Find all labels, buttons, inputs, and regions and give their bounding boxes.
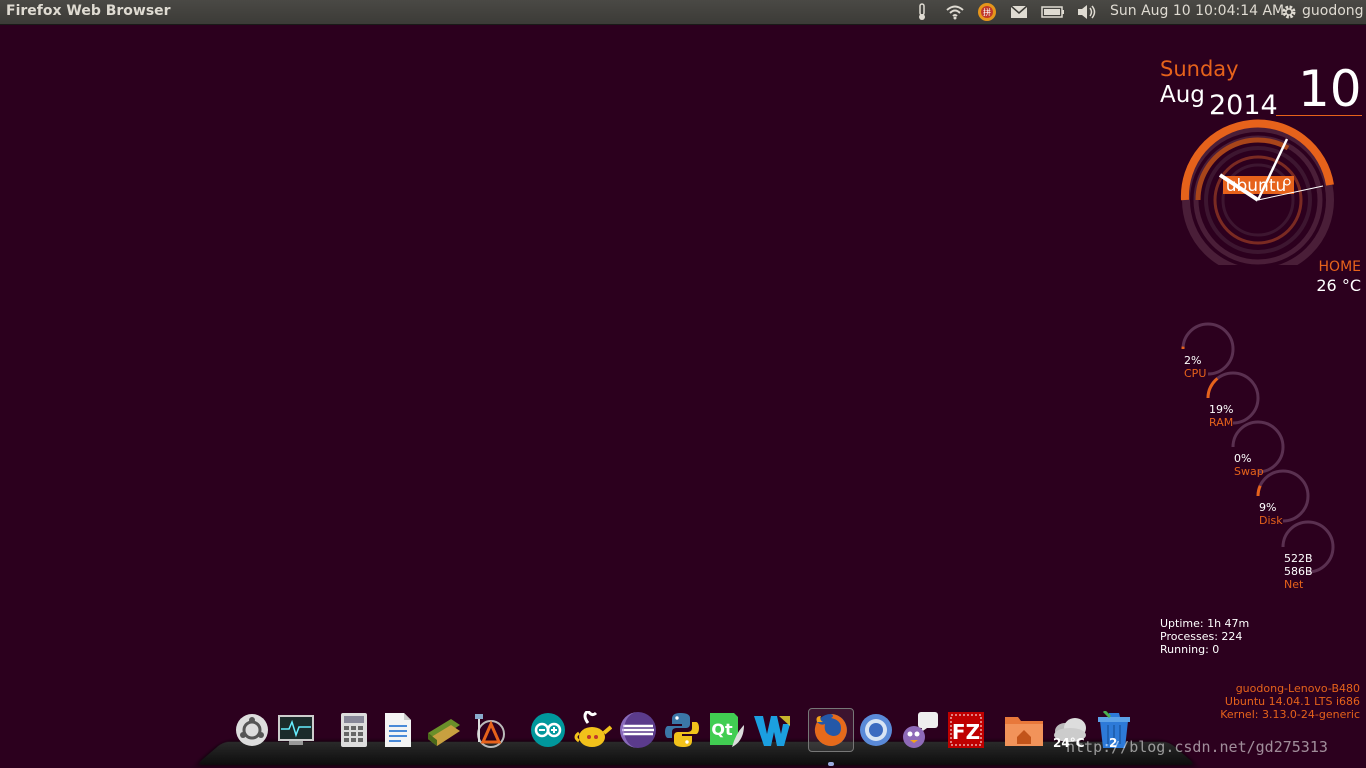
battery-icon[interactable] bbox=[1040, 2, 1066, 22]
weather-location: HOME bbox=[1318, 259, 1361, 275]
disk-ring-fill bbox=[1256, 485, 1262, 497]
day-number: 10 bbox=[1298, 60, 1362, 118]
qt-creator-icon[interactable]: Qt bbox=[706, 710, 746, 750]
firefox-icon[interactable] bbox=[808, 708, 854, 752]
home-folder-icon[interactable] bbox=[1004, 710, 1044, 750]
disk-value: 9% bbox=[1259, 501, 1277, 514]
session-user[interactable]: guodong bbox=[1302, 3, 1364, 19]
eclipse-icon[interactable] bbox=[618, 710, 658, 750]
kernel-text: Kernel: 3.13.0-24-generic bbox=[1220, 708, 1360, 721]
net-label: Net bbox=[1284, 578, 1304, 591]
mail-icon[interactable] bbox=[1008, 2, 1030, 22]
analog-clock: ubuntu bbox=[1180, 119, 1334, 265]
weather-temperature: 26 °C bbox=[1316, 276, 1361, 295]
cpu-value: 2% bbox=[1184, 354, 1202, 367]
webstorm-icon[interactable] bbox=[752, 710, 792, 750]
pidgin-icon[interactable] bbox=[900, 710, 940, 750]
ram-value: 19% bbox=[1209, 403, 1234, 416]
running-indicator bbox=[828, 762, 834, 766]
uptime-text: Uptime: 1h 47m bbox=[1160, 617, 1250, 630]
svg-text:Qt: Qt bbox=[711, 720, 733, 739]
genie-teapot-icon[interactable] bbox=[572, 710, 612, 750]
month-label: Aug bbox=[1160, 82, 1205, 108]
volume-icon[interactable] bbox=[1076, 2, 1098, 22]
running-text: Running: 0 bbox=[1160, 643, 1220, 656]
chromium-icon[interactable] bbox=[856, 710, 896, 750]
inkscape-icon[interactable] bbox=[470, 710, 510, 750]
ubuntu-logo-icon[interactable] bbox=[232, 710, 272, 750]
active-app-title: Firefox Web Browser bbox=[6, 3, 171, 19]
gear-icon[interactable] bbox=[1280, 2, 1298, 22]
calculator-icon[interactable] bbox=[334, 710, 374, 750]
system-monitor-icon[interactable] bbox=[276, 710, 316, 750]
svg-text:拼: 拼 bbox=[983, 7, 991, 17]
cpu-label: CPU bbox=[1184, 367, 1207, 380]
os-text: Ubuntu 14.04.1 LTS i686 bbox=[1224, 695, 1360, 708]
libreoffice-writer-icon[interactable] bbox=[378, 710, 418, 750]
watermark-text: http://blog.csdn.net/gd275313 bbox=[1066, 738, 1328, 756]
python-icon[interactable] bbox=[662, 710, 702, 750]
disk-label: Disk bbox=[1259, 514, 1283, 527]
net-down-value: 522B bbox=[1284, 552, 1313, 565]
wifi-icon[interactable] bbox=[944, 2, 966, 22]
thermometer-icon[interactable] bbox=[914, 2, 930, 22]
books-icon[interactable] bbox=[424, 710, 464, 750]
hostname-text: guodong-Lenovo-B480 bbox=[1235, 682, 1360, 695]
weekday-label: Sunday bbox=[1160, 57, 1239, 81]
panel-clock[interactable]: Sun Aug 10 10:04:14 AM bbox=[1110, 3, 1284, 19]
filezilla-icon[interactable]: FZ bbox=[946, 710, 986, 750]
top-panel: Firefox Web Browser 拼 Sun Aug 10 10:04:1… bbox=[0, 0, 1366, 24]
arduino-icon[interactable] bbox=[528, 710, 568, 750]
swap-label: Swap bbox=[1234, 465, 1264, 478]
net-up-value: 586B bbox=[1284, 565, 1313, 578]
processes-text: Processes: 224 bbox=[1160, 630, 1243, 643]
ram-ring-fill bbox=[1206, 377, 1219, 399]
swap-value: 0% bbox=[1234, 452, 1252, 465]
svg-text:FZ: FZ bbox=[952, 720, 980, 744]
input-method-icon[interactable]: 拼 bbox=[976, 2, 998, 22]
ram-label: RAM bbox=[1209, 416, 1234, 429]
